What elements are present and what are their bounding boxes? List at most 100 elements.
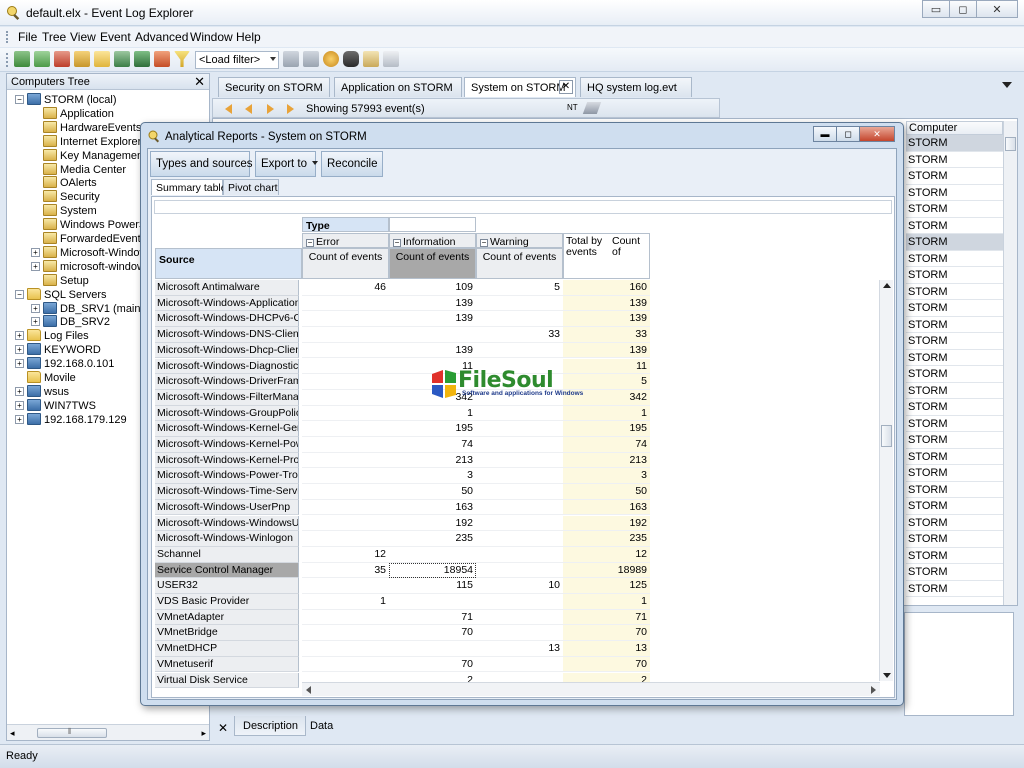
tree-node[interactable]: + microsoft-windows xyxy=(31,259,150,274)
refresh-icon[interactable] xyxy=(74,51,90,67)
pivot-cell-error[interactable] xyxy=(302,359,389,375)
pivot-cell-error[interactable] xyxy=(302,468,389,485)
pivot-cell-error[interactable] xyxy=(302,500,389,516)
scroll-left-icon[interactable] xyxy=(306,686,311,694)
pivot-cell-warn[interactable] xyxy=(476,311,563,328)
pivot-row-source[interactable]: VMnetuserif xyxy=(155,656,299,673)
tree-node[interactable]: − SQL Servers xyxy=(15,287,107,302)
close-window-button[interactable]: ✕ xyxy=(976,0,1018,18)
pivot-cell-total[interactable]: 50 xyxy=(563,484,650,500)
tree-node[interactable]: Setup xyxy=(31,273,89,288)
pivot-cell-error[interactable] xyxy=(302,390,389,406)
dialog-minimize-button[interactable]: ▬ xyxy=(813,126,837,142)
tree-node[interactable]: + DB_SRV2 xyxy=(31,315,110,329)
pivot-cell-error[interactable] xyxy=(302,453,389,469)
open-computer-icon[interactable] xyxy=(14,51,30,67)
pivot-cell-info[interactable]: 71 xyxy=(389,610,476,626)
pivot-measure-information[interactable]: Count of events xyxy=(389,248,476,279)
pivot-row-source[interactable]: VMnetDHCP xyxy=(155,641,299,657)
last-page-icon[interactable] xyxy=(287,104,294,114)
pivot-cell-warn[interactable]: 10 xyxy=(476,578,563,594)
tree-node[interactable]: OAlerts xyxy=(31,176,97,190)
expand-icon[interactable]: + xyxy=(15,331,24,341)
close-tree-icon[interactable]: ✕ xyxy=(194,74,205,90)
pivot-cell-total[interactable]: 139 xyxy=(563,342,650,359)
save-icon[interactable] xyxy=(114,51,130,67)
tree-node[interactable]: +192.168.0.101 xyxy=(15,357,114,371)
event-list-vertical-scrollbar[interactable] xyxy=(1003,121,1017,605)
toolbar-grip[interactable] xyxy=(6,53,9,67)
pivot-cell-total[interactable]: 160 xyxy=(563,280,650,296)
pivot-cell-info[interactable]: 139 xyxy=(389,296,476,312)
pivot-row-source[interactable]: Microsoft-Windows-Dhcp-Client xyxy=(155,342,299,359)
tree-node[interactable]: − STORM (local) xyxy=(15,93,117,107)
dialog-maximize-button[interactable]: ◻ xyxy=(836,126,860,142)
pivot-cell-warn[interactable] xyxy=(476,610,563,626)
pivot-cell-warn[interactable] xyxy=(476,547,563,563)
print-icon[interactable] xyxy=(383,51,399,67)
collapse-icon[interactable]: − xyxy=(480,239,488,247)
pivot-row-source[interactable]: VDS Basic Provider xyxy=(155,594,299,610)
pivot-cell-total[interactable]: 195 xyxy=(563,421,650,437)
event-row-computer[interactable]: STORM xyxy=(906,333,1003,350)
delete-icon[interactable] xyxy=(283,51,299,67)
event-row-computer[interactable]: STORM xyxy=(906,135,1003,152)
menu-view[interactable]: View xyxy=(70,30,96,44)
tree-node[interactable]: + KEYWORD xyxy=(15,343,101,357)
pivot-total-header[interactable]: Total by events Count of xyxy=(563,233,650,279)
collapse-icon[interactable]: − xyxy=(15,289,24,299)
pivot-cell-info[interactable]: 18954 xyxy=(389,562,476,579)
find-icon[interactable] xyxy=(343,51,359,67)
close-detail-icon[interactable]: ✕ xyxy=(218,721,228,735)
pivot-row-source[interactable]: VMnetAdapter xyxy=(155,609,299,626)
pivot-cell-info[interactable]: 109 xyxy=(389,280,476,296)
event-row-computer[interactable]: STORM xyxy=(906,548,1003,564)
expand-icon[interactable]: + xyxy=(15,386,24,396)
event-row-computer[interactable]: STORM xyxy=(906,366,1003,383)
pivot-cell-total[interactable]: 139 xyxy=(563,311,650,328)
pivot-cell-info[interactable]: 195 xyxy=(389,421,476,437)
pivot-type-header[interactable]: Type xyxy=(302,217,389,232)
pivot-cell-info[interactable]: 74 xyxy=(389,437,476,453)
pivot-cell-total[interactable]: 1 xyxy=(563,594,650,610)
tree-node[interactable]: System xyxy=(31,204,97,218)
pivot-cell-total[interactable]: 1 xyxy=(563,405,650,422)
tab-application-on-storm[interactable]: Application on STORM xyxy=(334,77,462,97)
event-row-computer[interactable]: STORM xyxy=(906,234,1003,251)
pivot-cell-warn[interactable] xyxy=(476,296,563,312)
tree-node[interactable]: Application xyxy=(31,106,114,121)
pivot-column-information[interactable]: − Information xyxy=(389,233,476,248)
pivot-row-source[interactable]: Microsoft-Windows-DNS-Client xyxy=(155,327,299,343)
pivot-cell-info[interactable]: 50 xyxy=(389,484,476,500)
tree-node[interactable]: Key Management S xyxy=(31,148,157,163)
tree-node[interactable]: +192.168.179.129 xyxy=(15,412,127,427)
tree-node[interactable]: ForwardedEvents xyxy=(31,232,146,246)
event-row-computer[interactable]: STORM xyxy=(906,515,1003,531)
pivot-cell-info[interactable]: 163 xyxy=(389,500,476,516)
expand-icon[interactable]: + xyxy=(31,247,40,257)
pivot-row-source[interactable]: VMnetBridge xyxy=(155,625,299,642)
minimize-button[interactable]: ▭ xyxy=(922,0,950,18)
pivot-cell-total[interactable]: 125 xyxy=(563,578,650,594)
event-row-computer[interactable]: STORM xyxy=(906,218,1003,234)
pivot-row-source[interactable]: Microsoft-Windows-Kernel-Pro... xyxy=(155,452,299,469)
pivot-row-source[interactable]: Microsoft-Windows-Time-Service xyxy=(155,484,299,500)
pivot-cell-info[interactable]: 3 xyxy=(389,468,476,485)
next-page-icon[interactable] xyxy=(267,104,274,114)
tree-node[interactable]: Media Center xyxy=(31,162,126,177)
expand-icon[interactable]: + xyxy=(15,345,24,355)
event-row-computer[interactable]: STORM xyxy=(906,399,1003,416)
tree-node[interactable]: + DB_SRV1 (main db xyxy=(31,301,156,316)
load-filter-select[interactable]: <Load filter> xyxy=(195,51,279,69)
prev-page-icon[interactable] xyxy=(245,104,252,114)
pivot-cell-info[interactable] xyxy=(389,594,476,610)
expand-icon[interactable]: + xyxy=(31,303,40,313)
menu-grip[interactable] xyxy=(6,31,9,43)
pivot-row-source[interactable]: Microsoft-Windows-FilterMana... xyxy=(155,389,299,406)
pivot-row-source[interactable]: Microsoft-Windows-DriverFram... xyxy=(155,374,299,390)
computer-column-header[interactable]: Computer xyxy=(906,121,1003,135)
pivot-cell-warn[interactable]: 33 xyxy=(476,327,563,343)
event-list-scroll-thumb[interactable] xyxy=(1005,137,1016,151)
pivot-horizontal-scrollbar[interactable] xyxy=(302,682,880,696)
pivot-row-source[interactable]: Microsoft-Windows-Kernel-Power xyxy=(155,437,299,453)
